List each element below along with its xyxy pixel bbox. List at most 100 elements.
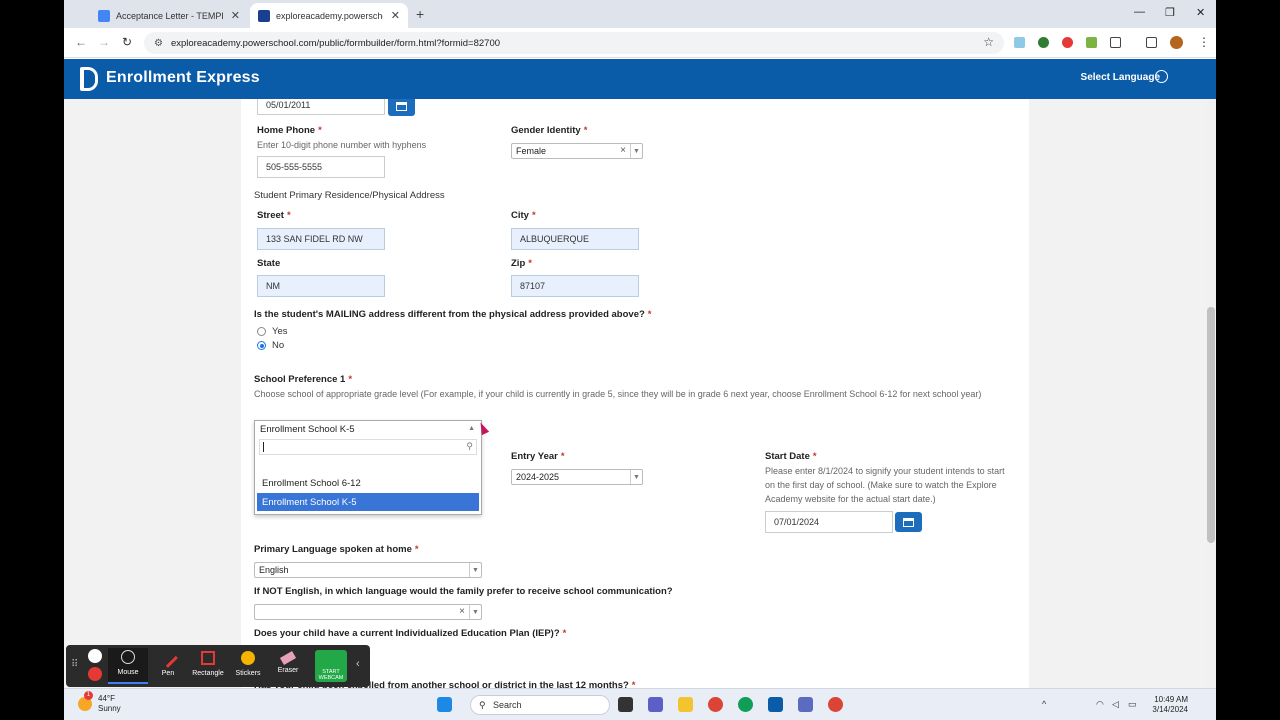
select-language-link[interactable]: Select Language	[1081, 72, 1160, 83]
volume-icon[interactable]: ◁	[1112, 699, 1119, 710]
page-content: 05/01/2011 Home Phone * Enter 10-digit ph…	[64, 99, 1216, 720]
mailing-question: Is the student's MAILING address differe…	[254, 309, 652, 320]
chevron-down-icon[interactable]: ▼	[469, 605, 481, 619]
dropdown-search-input[interactable]: ⚲	[259, 439, 477, 455]
extension-icon[interactable]	[1062, 37, 1073, 48]
gender-select[interactable]: Female × ▼	[511, 143, 643, 159]
option-school-k-5[interactable]: Enrollment School K-5	[257, 493, 479, 511]
docs-icon	[98, 9, 110, 22]
task-view-icon[interactable]	[618, 697, 633, 712]
weather-widget[interactable]: 1 44°F Sunny	[78, 691, 121, 714]
menu-icon[interactable]: ⋮	[1198, 35, 1210, 49]
school-pref-label: School Preference 1 *	[254, 374, 353, 385]
comm-language-select[interactable]: × ▼	[254, 604, 482, 620]
back-icon[interactable]: ←	[75, 35, 87, 49]
calendar-icon[interactable]	[895, 512, 922, 532]
primary-language-label: Primary Language spoken at home *	[254, 544, 419, 555]
close-icon[interactable]: ✕	[391, 9, 400, 22]
scrollbar-thumb[interactable]	[1207, 307, 1215, 543]
minimize-button[interactable]: —	[1134, 6, 1145, 18]
mailing-yes-radio[interactable]: Yes	[257, 326, 288, 337]
tool-eraser[interactable]: Eraser	[268, 649, 308, 674]
file-explorer-icon[interactable]	[678, 697, 693, 712]
close-window-button[interactable]: ✕	[1196, 6, 1205, 19]
chrome-profile-icon[interactable]	[828, 697, 843, 712]
drag-handle-icon[interactable]: ⠿	[71, 659, 78, 670]
url-bar[interactable]: ⚙ exploreacademy.powerschool.com/public/…	[144, 32, 1004, 54]
chevron-down-icon[interactable]: ▼	[630, 470, 642, 484]
tray-chevron-icon[interactable]: ^	[1042, 699, 1046, 709]
chevron-up-icon[interactable]: ▲	[468, 425, 475, 432]
option-school-6-12[interactable]: Enrollment School 6-12	[257, 474, 479, 492]
tool-stickers[interactable]: Stickers	[228, 649, 268, 677]
chevron-down-icon[interactable]: ▼	[469, 563, 481, 577]
site-settings-icon[interactable]: ⚙	[154, 38, 163, 49]
home-phone-help: Enter 10-digit phone number with hyphens	[257, 140, 427, 150]
calendar-icon[interactable]	[388, 99, 415, 116]
city-label: City *	[511, 210, 536, 221]
reload-icon[interactable]: ↻	[122, 35, 132, 49]
tab-bar: Acceptance Letter - TEMPLATE ✕ exploreac…	[64, 0, 1216, 28]
battery-icon[interactable]: ▭	[1128, 699, 1137, 710]
entry-year-label: Entry Year *	[511, 451, 565, 462]
scrollbar[interactable]	[1206, 99, 1216, 699]
globe-icon[interactable]	[1155, 70, 1168, 83]
app-icon[interactable]	[798, 697, 813, 712]
taskbar-clock[interactable]: 10:49 AM 3/14/2024	[1152, 695, 1188, 715]
chrome-icon[interactable]	[708, 697, 723, 712]
annotation-toolbar: ⠿ Mouse Pen Rectangle Stickers Eraser ST…	[66, 645, 370, 687]
wifi-icon[interactable]: ◠	[1096, 699, 1104, 710]
state-input[interactable]: NM	[257, 275, 385, 297]
extension-icon[interactable]	[1014, 37, 1025, 48]
dob-field[interactable]: 05/01/2011	[257, 99, 385, 115]
school-pref-current: Enrollment School K-5	[260, 424, 355, 435]
gender-label: Gender Identity *	[511, 125, 588, 136]
zip-input[interactable]: 87107	[511, 275, 639, 297]
chevron-down-icon[interactable]: ▼	[630, 144, 642, 158]
forward-icon[interactable]: →	[98, 35, 110, 49]
edge-icon[interactable]	[738, 697, 753, 712]
primary-language-select[interactable]: English ▼	[254, 562, 482, 578]
collapse-chevron-icon[interactable]: ‹	[356, 658, 360, 670]
entry-year-select[interactable]: 2024-2025 ▼	[511, 469, 643, 485]
mouse-icon	[121, 650, 135, 664]
close-icon[interactable]: ✕	[231, 9, 240, 22]
tab-powerschool[interactable]: exploreacademy.powerschool.c ✕	[250, 3, 408, 28]
tool-mouse[interactable]: Mouse	[108, 648, 148, 684]
tool-pen[interactable]: Pen	[148, 648, 188, 677]
extension-icon[interactable]	[1038, 37, 1049, 48]
school-pref-dropdown[interactable]: Enrollment School K-5 ▲ ⚲ Enrollment Sch…	[254, 420, 482, 515]
notification-badge: 1	[84, 691, 93, 700]
pen-icon	[158, 648, 178, 668]
eraser-icon	[279, 651, 297, 665]
clear-icon[interactable]: ×	[459, 606, 465, 617]
stop-icon[interactable]	[88, 667, 102, 681]
sis-icon	[258, 9, 270, 22]
bookmark-star-icon[interactable]: ☆	[983, 35, 994, 49]
tab-acceptance-letter[interactable]: Acceptance Letter - TEMPLATE ✕	[90, 3, 248, 28]
clear-icon[interactable]: ×	[620, 145, 626, 156]
teams-icon[interactable]	[648, 697, 663, 712]
pause-icon[interactable]	[88, 649, 102, 663]
windows-start-icon[interactable]	[437, 697, 452, 712]
zip-label: Zip *	[511, 258, 532, 269]
new-tab-button[interactable]: +	[416, 6, 424, 22]
store-icon[interactable]	[768, 697, 783, 712]
search-icon: ⚲	[479, 699, 486, 710]
avatar[interactable]	[1170, 36, 1183, 49]
mailing-no-radio[interactable]: No	[257, 340, 284, 351]
tool-rectangle[interactable]: Rectangle	[188, 649, 228, 677]
home-phone-input[interactable]: 505-555-5555	[257, 156, 385, 178]
maximize-button[interactable]: ❐	[1165, 6, 1175, 19]
sidepanel-icon[interactable]	[1146, 37, 1157, 48]
street-input[interactable]: 133 SAN FIDEL RD NW	[257, 228, 385, 250]
state-label: State	[257, 258, 281, 269]
puzzle-icon[interactable]	[1110, 37, 1121, 48]
start-webcam-button[interactable]: START WEBCAM	[315, 650, 347, 682]
city-input[interactable]: ALBUQUERQUE	[511, 228, 639, 250]
home-phone-label: Home Phone *	[257, 125, 322, 136]
start-date-input[interactable]: 07/01/2024	[765, 511, 893, 533]
powerschool-logo-icon	[80, 67, 98, 91]
taskbar-search[interactable]: ⚲ Search	[470, 695, 610, 715]
extension-icon[interactable]	[1086, 37, 1097, 48]
